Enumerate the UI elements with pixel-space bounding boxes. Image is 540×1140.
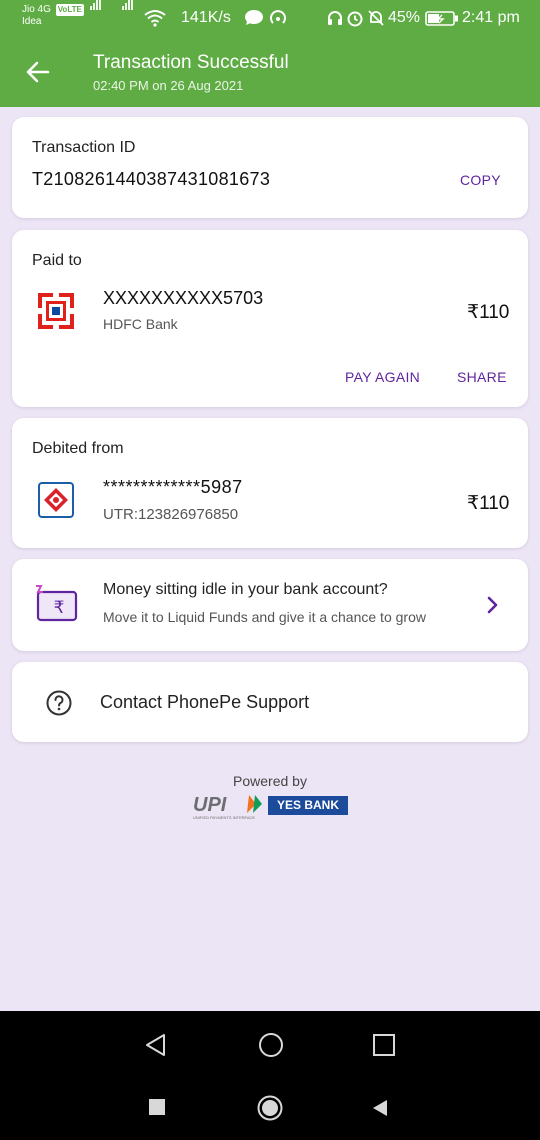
mute-bell-icon — [368, 10, 384, 26]
nav-back-icon[interactable] — [144, 1033, 168, 1057]
promo-title: Money sitting idle in your bank account? — [103, 581, 388, 598]
question-circle-icon — [46, 690, 72, 716]
app-header-bar: Jio 4G VoLTE Idea 141K/s 45% 2:41 pm Tra… — [0, 0, 540, 107]
back-button[interactable] — [20, 54, 56, 90]
paid-amount: ₹110 — [467, 302, 510, 323]
chat-icon — [245, 10, 263, 25]
page-header: Transaction Successful 02:40 PM on 26 Au… — [0, 38, 540, 107]
chevron-right-icon — [487, 596, 498, 614]
debited-from-card: Debited from *************5987 UTR:12382… — [12, 418, 528, 548]
copy-button[interactable]: COPY — [460, 172, 501, 188]
transaction-id-value: T2108261440387431081673 — [32, 169, 271, 189]
transaction-id-label: Transaction ID — [32, 139, 136, 156]
hdfc-logo — [38, 293, 74, 329]
nav-square-icon[interactable] — [148, 1098, 166, 1116]
carrier-info: Jio 4G VoLTE Idea — [22, 4, 84, 28]
paid-to-label: Paid to — [32, 252, 82, 269]
transaction-id-card: Transaction ID T2108261440387431081673 C… — [12, 117, 528, 218]
wifi-icon — [144, 10, 166, 27]
battery-percent: 45% — [388, 9, 421, 26]
pay-again-button[interactable]: PAY AGAIN — [345, 369, 420, 385]
debited-amount: ₹110 — [467, 493, 510, 514]
svg-text:UPI: UPI — [193, 794, 227, 816]
system-navigation-bar — [0, 1011, 540, 1140]
payee-account: XXXXXXXXXX5703 — [103, 288, 264, 308]
powered-by-label: Powered by — [233, 773, 307, 789]
battery-icon — [425, 11, 458, 26]
arrow-left-icon — [26, 61, 50, 83]
bank-logo — [38, 482, 74, 518]
status-bar: Jio 4G VoLTE Idea 141K/s 45% 2:41 pm — [0, 0, 540, 38]
nav-home-icon[interactable] — [258, 1032, 284, 1058]
carrier-name-1: Jio 4G — [22, 4, 51, 15]
debited-from-label: Debited from — [32, 440, 124, 457]
page-subtitle: 02:40 PM on 26 Aug 2021 — [93, 78, 244, 93]
status-time: 2:41 pm — [462, 9, 520, 26]
page-title: Transaction Successful — [93, 52, 289, 73]
utr-number: UTR:123826976850 — [103, 506, 239, 523]
net-speed: 141K/s — [181, 9, 231, 26]
wallet-rupee-icon: ₹ — [36, 585, 78, 622]
nav-home-filled-icon[interactable] — [257, 1095, 283, 1121]
paid-to-card: Paid to XXXXXXXXXX5703 HDFC Bank ₹110 PA… — [12, 230, 528, 407]
nav-back-filled-icon[interactable] — [372, 1099, 388, 1117]
svg-text:UNIFIED PAYMENTS INTERFACE: UNIFIED PAYMENTS INTERFACE — [193, 815, 255, 820]
promo-subtitle: Move it to Liquid Funds and give it a ch… — [103, 609, 426, 625]
liquid-funds-banner[interactable]: ₹ Money sitting idle in your bank accoun… — [12, 559, 528, 651]
alarm-icon — [347, 11, 363, 27]
hotspot-icon — [270, 10, 286, 24]
volte-badge: VoLTE — [55, 4, 84, 16]
headset-icon — [328, 11, 342, 25]
nav-recents-icon[interactable] — [372, 1033, 396, 1057]
yes-bank-logo: YES BANK — [268, 796, 348, 815]
contact-support-label: Contact PhonePe Support — [100, 692, 310, 712]
share-button[interactable]: SHARE — [457, 369, 507, 385]
debit-account: *************5987 — [103, 477, 243, 497]
upi-logo: UPI UNIFIED PAYMENTS INTERFACE — [193, 794, 262, 820]
transaction-details: Transaction ID T2108261440387431081673 C… — [0, 107, 540, 1011]
carrier-name-2: Idea — [22, 16, 42, 27]
upi-yesbank-logos: UPI UNIFIED PAYMENTS INTERFACE YES BANK — [193, 793, 353, 823]
payee-bank: HDFC Bank — [103, 316, 178, 332]
svg-text:₹: ₹ — [54, 598, 65, 618]
contact-support-button[interactable]: Contact PhonePe Support — [12, 662, 528, 742]
